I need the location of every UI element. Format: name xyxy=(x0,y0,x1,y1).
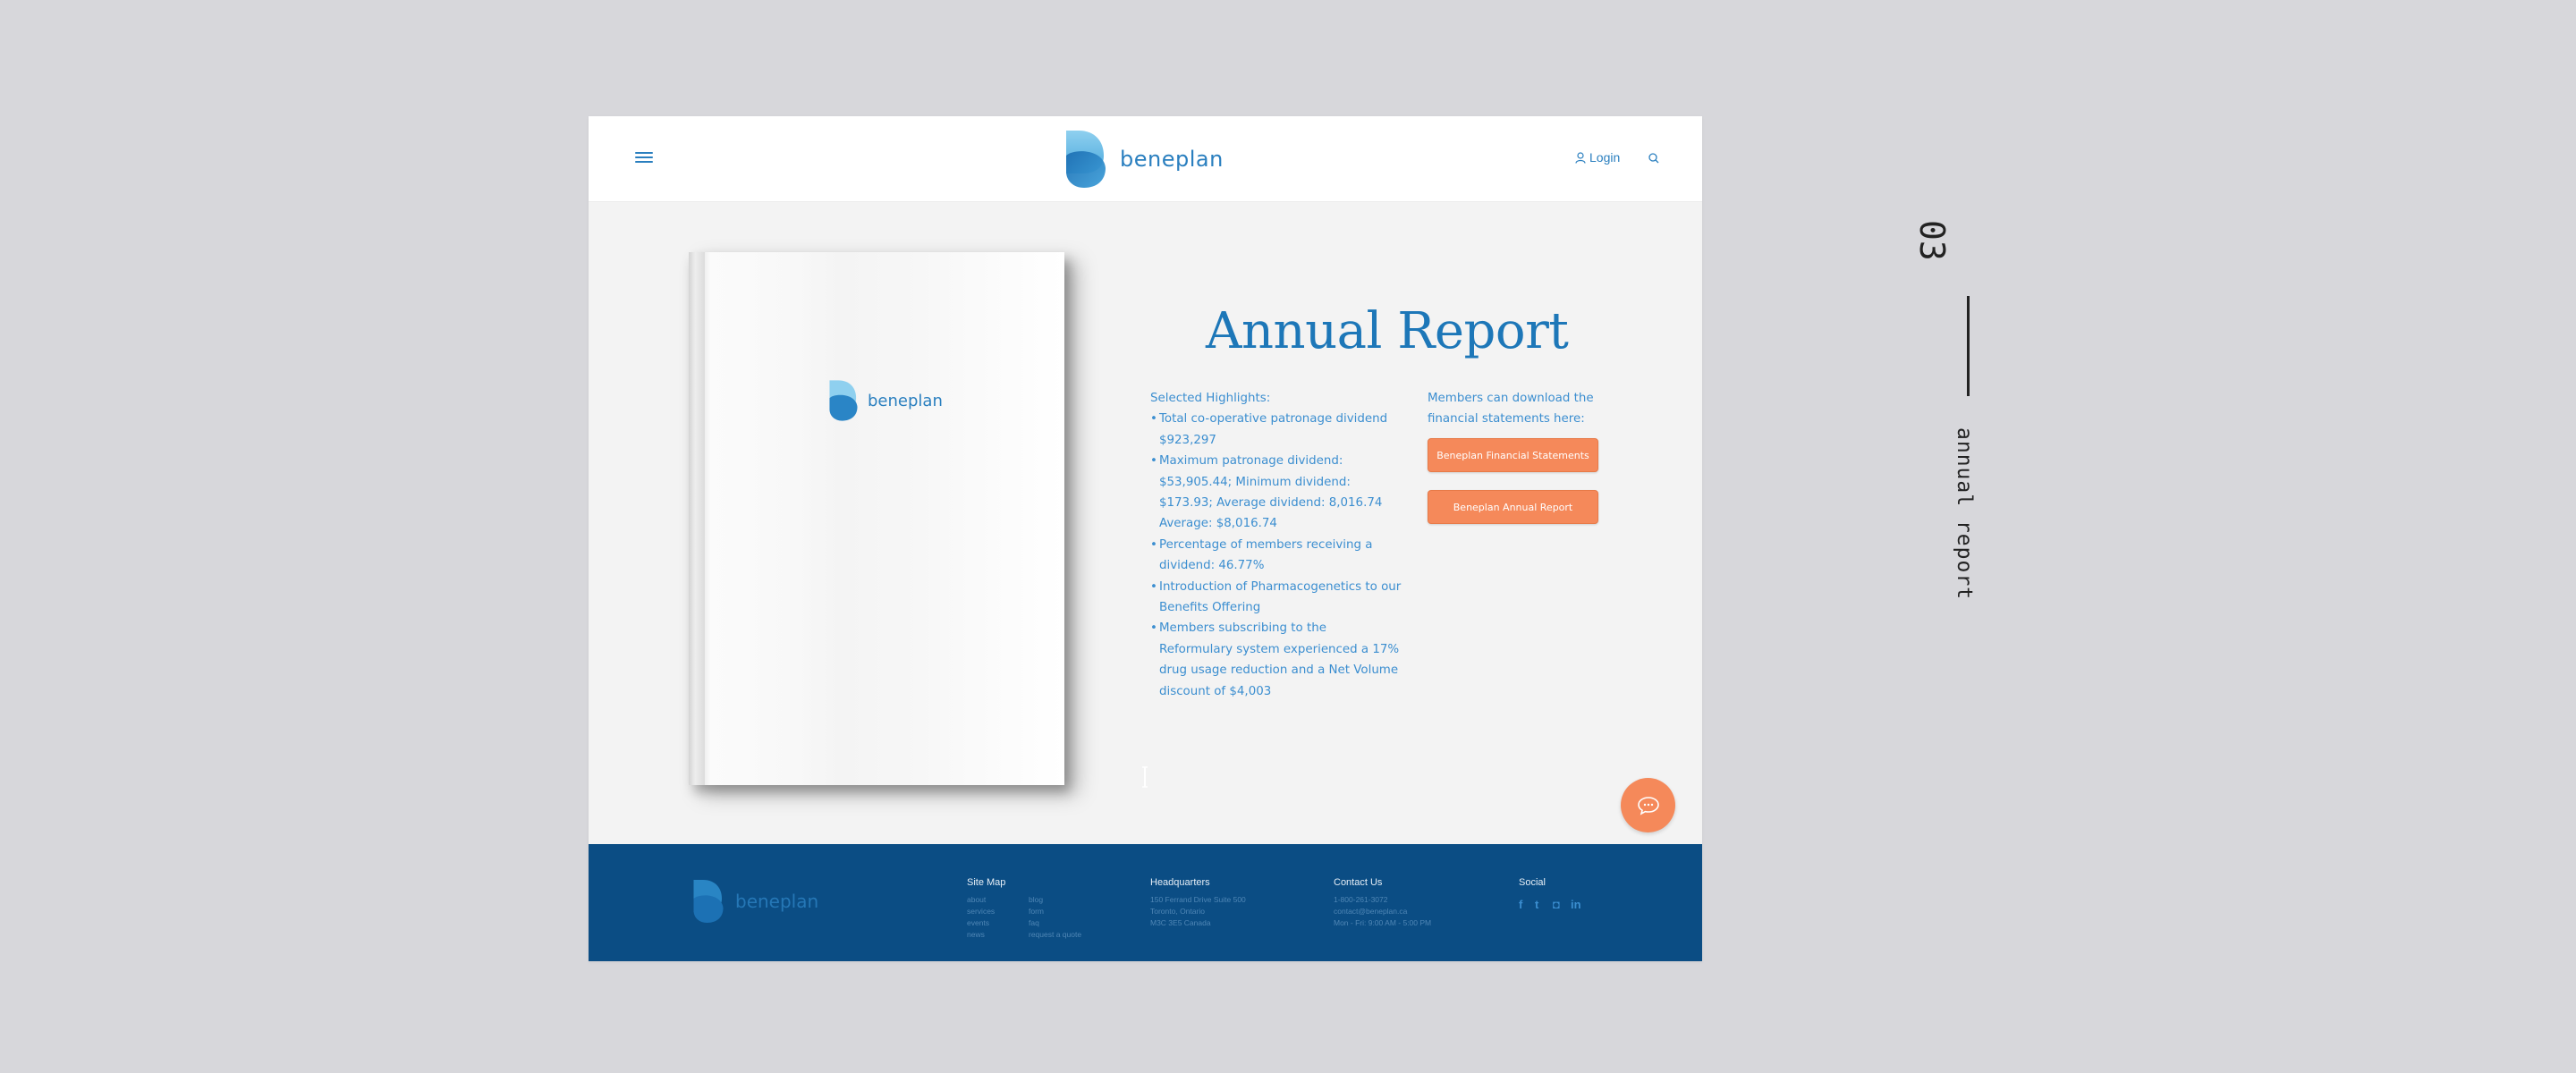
address-line: M3C 3E5 Canada xyxy=(1150,918,1211,927)
logo-wordmark: beneplan xyxy=(1120,147,1224,172)
highlight-item: Maximum patronage dividend: $53,905.44; … xyxy=(1150,451,1402,535)
beneplan-logo-mark-icon xyxy=(693,880,724,923)
highlight-item: Percentage of members receiving a divide… xyxy=(1150,535,1402,577)
linkedin-icon[interactable]: in xyxy=(1571,898,1581,911)
highlight-item: Introduction of Pharmacogenetics to our … xyxy=(1150,577,1402,619)
contact-phone[interactable]: 1-800-261-3072 xyxy=(1334,895,1388,904)
highlights-list: Selected Highlights: Total co-operative … xyxy=(1150,388,1402,702)
download-intro-text: Members can download the financial state… xyxy=(1428,392,1594,427)
footer-link-events[interactable]: events xyxy=(967,918,989,927)
financial-statements-button[interactable]: Beneplan Financial Statements xyxy=(1428,438,1598,472)
footer-link-request-quote[interactable]: request a quote xyxy=(1029,930,1081,939)
site-logo[interactable]: beneplan xyxy=(1064,129,1224,190)
search-icon[interactable] xyxy=(1647,151,1661,165)
footer-link-form[interactable]: form xyxy=(1029,907,1044,916)
slide-caption: annual report xyxy=(1953,427,1976,601)
beneplan-logo-mark-icon xyxy=(829,380,858,421)
website-mockup: beneplan Login beneplan Annual Report Se… xyxy=(589,116,1702,961)
sitemap-heading: Site Map xyxy=(967,877,1006,888)
slide-number: 03 xyxy=(1912,220,1952,261)
contact-hours: Mon - Fri: 9:00 AM - 5:00 PM xyxy=(1334,918,1432,927)
address-line: 150 Ferrand Drive Suite 500 xyxy=(1150,895,1246,904)
headquarters-heading: Headquarters xyxy=(1150,877,1210,888)
footer-link-faq[interactable]: faq xyxy=(1029,918,1039,927)
contact-email[interactable]: contact@beneplan.ca xyxy=(1334,907,1407,916)
login-link[interactable]: Login xyxy=(1575,150,1620,165)
chat-bubble-icon[interactable] xyxy=(1621,778,1675,832)
footer-logo[interactable]: beneplan xyxy=(692,878,818,925)
login-label: Login xyxy=(1589,150,1621,165)
highlights-heading: Selected Highlights: xyxy=(1150,392,1271,405)
footer-link-news[interactable]: news xyxy=(967,930,985,939)
footer-link-about[interactable]: about xyxy=(967,895,986,904)
footer-link-blog[interactable]: blog xyxy=(1029,895,1043,904)
highlight-item: Total co-operative patronage dividend $9… xyxy=(1150,409,1402,451)
beneplan-logo-mark-icon xyxy=(1066,131,1106,188)
social-heading: Social xyxy=(1519,877,1546,888)
hamburger-menu-icon[interactable] xyxy=(635,152,653,166)
site-footer: beneplan Site Map about services events … xyxy=(589,844,1702,961)
divider-line xyxy=(1967,296,1970,396)
mouse-cursor-icon xyxy=(1142,766,1148,788)
book-spine xyxy=(689,252,705,785)
site-header: beneplan Login xyxy=(589,116,1702,202)
contact-heading: Contact Us xyxy=(1334,877,1383,888)
address-line: Toronto, Ontario xyxy=(1150,907,1205,916)
page-title: Annual Report xyxy=(1206,302,1569,360)
highlight-item: Members subscribing to the Reformulary s… xyxy=(1150,618,1402,702)
user-icon xyxy=(1575,151,1586,164)
footer-link-services[interactable]: services xyxy=(967,907,995,916)
twitter-icon[interactable]: t xyxy=(1535,898,1538,911)
annual-report-book-cover: beneplan xyxy=(689,252,1064,785)
instagram-icon[interactable]: ◘ xyxy=(1553,898,1560,911)
book-cover-wordmark: beneplan xyxy=(868,391,943,410)
footer-wordmark: beneplan xyxy=(735,891,819,912)
facebook-icon[interactable]: f xyxy=(1519,898,1522,911)
annual-report-button[interactable]: Beneplan Annual Report xyxy=(1428,490,1598,524)
book-cover-logo: beneplan xyxy=(828,379,943,422)
